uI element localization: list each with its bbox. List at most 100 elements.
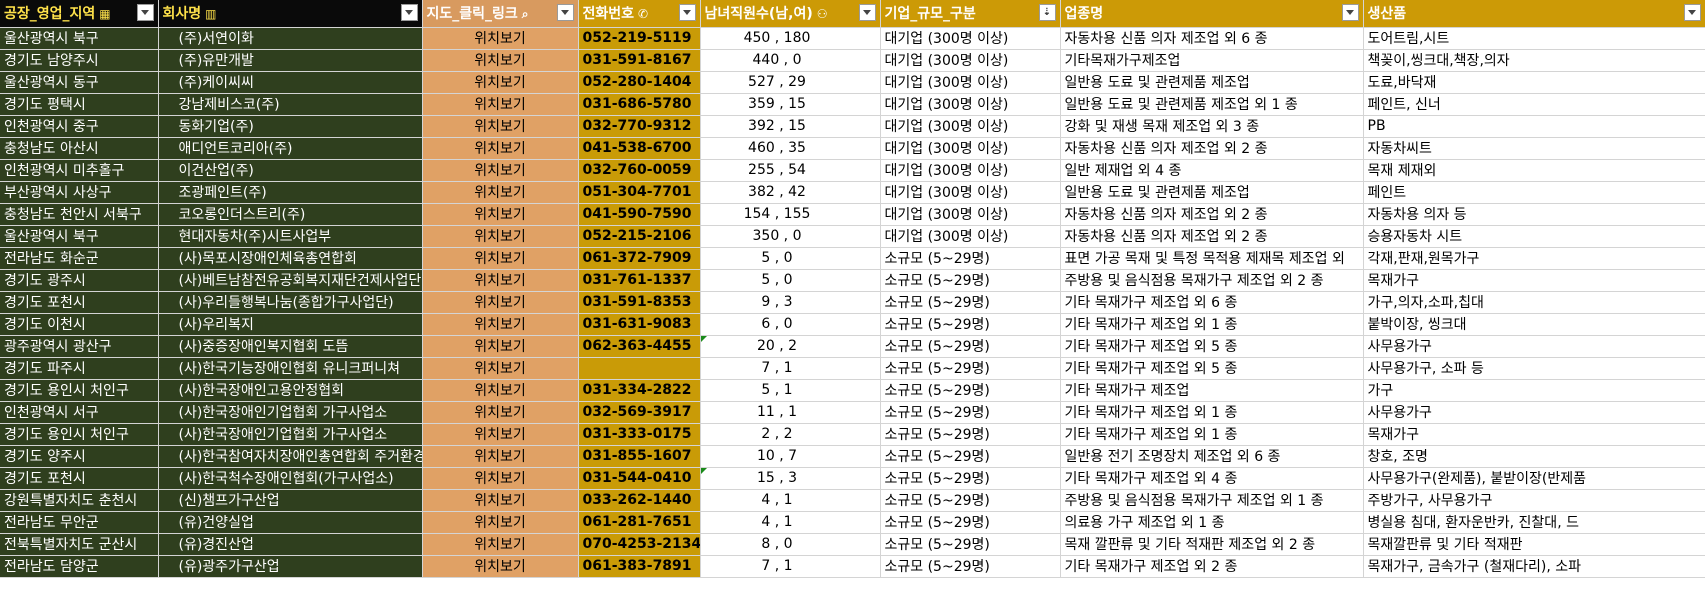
cell-company[interactable]: (신)챔프가구산업 bbox=[158, 489, 423, 512]
filter-dropdown-icon[interactable] bbox=[1341, 4, 1359, 21]
cell-size[interactable]: 소규모 (5~29명) bbox=[880, 533, 1061, 556]
cell-phone[interactable]: 070-4253-2134 bbox=[578, 533, 701, 556]
cell-region[interactable]: 광주광역시 광산구 bbox=[0, 335, 159, 358]
cell-industry[interactable]: 의료용 가구 제조업 외 1 종 bbox=[1060, 511, 1364, 534]
cell-industry[interactable]: 기타 목재가구 제조업 외 1 종 bbox=[1060, 313, 1364, 336]
table-row[interactable]: 경기도 양주시 (사)한국참여자치장애인총연합회 주거환경 위치보기 031-855-… bbox=[0, 445, 1705, 468]
cell-employees[interactable]: 382 , 42 bbox=[700, 181, 881, 204]
cell-industry[interactable]: 기타 목재가구 제조업 외 5 종 bbox=[1060, 335, 1364, 358]
filter-dropdown-icon[interactable] bbox=[136, 4, 154, 21]
cell-company[interactable]: 코오롱인더스트리(주) bbox=[158, 203, 423, 226]
table-row[interactable]: 인천광역시 서구 (사)한국장애인기업협회 가구사업소 위치보기 032-569-39… bbox=[0, 401, 1705, 424]
cell-industry[interactable]: 일반용 도료 및 관련제품 제조업 외 1 종 bbox=[1060, 93, 1364, 116]
cell-map-link[interactable]: 위치보기 bbox=[422, 137, 579, 160]
filter-dropdown-icon[interactable] bbox=[400, 4, 418, 21]
cell-industry[interactable]: 기타 목재가구 제조업 외 1 종 bbox=[1060, 401, 1364, 424]
cell-employees[interactable]: 2 , 2 bbox=[700, 423, 881, 446]
cell-products[interactable]: 사무용가구 bbox=[1363, 335, 1705, 358]
cell-map-link[interactable]: 위치보기 bbox=[422, 467, 579, 490]
cell-products[interactable]: 각재,판재,원목가구 bbox=[1363, 247, 1705, 270]
cell-phone[interactable]: 041-538-6700 bbox=[578, 137, 701, 160]
cell-map-link[interactable]: 위치보기 bbox=[422, 225, 579, 248]
cell-map-link[interactable]: 위치보기 bbox=[422, 489, 579, 512]
cell-employees[interactable]: 8 , 0 bbox=[700, 533, 881, 556]
cell-map-link[interactable]: 위치보기 bbox=[422, 423, 579, 446]
cell-map-link[interactable]: 위치보기 bbox=[422, 335, 579, 358]
cell-size[interactable]: 대기업 (300명 이상) bbox=[880, 71, 1061, 94]
cell-products[interactable]: 자동차용 의자 등 bbox=[1363, 203, 1705, 226]
cell-company[interactable]: (주)서연이화 bbox=[158, 27, 423, 50]
cell-size[interactable]: 대기업 (300명 이상) bbox=[880, 181, 1061, 204]
cell-size[interactable]: 대기업 (300명 이상) bbox=[880, 225, 1061, 248]
cell-products[interactable]: 가구,의자,소파,칩대 bbox=[1363, 291, 1705, 314]
cell-employees[interactable]: 4 , 1 bbox=[700, 489, 881, 512]
cell-region[interactable]: 경기도 용인시 처인구 bbox=[0, 379, 159, 402]
cell-industry[interactable]: 목재 깔판류 및 기타 적재판 제조업 외 2 종 bbox=[1060, 533, 1364, 556]
cell-phone[interactable]: 031-591-8353 bbox=[578, 291, 701, 314]
cell-region[interactable]: 충청남도 천안시 서북구 bbox=[0, 203, 159, 226]
cell-company[interactable]: (유)광주가구산업 bbox=[158, 555, 423, 578]
table-row[interactable]: 울산광역시 동구 (주)케이씨씨 위치보기 052-280-1404 527 , 29 대… bbox=[0, 71, 1705, 94]
cell-region[interactable]: 경기도 용인시 처인구 bbox=[0, 423, 159, 446]
table-row[interactable]: 광주광역시 광산구 (사)중증장애인복지협회 도뜸 위치보기 062-363-4455… bbox=[0, 335, 1705, 358]
cell-employees[interactable]: 450 , 180 bbox=[700, 27, 881, 50]
cell-phone[interactable]: 031-333-0175 bbox=[578, 423, 701, 446]
table-row[interactable]: 전라남도 무안군 (유)건양실업 위치보기 061-281-7651 4 , 1 소규모 … bbox=[0, 511, 1705, 534]
cell-region[interactable]: 인천광역시 서구 bbox=[0, 401, 159, 424]
cell-employees[interactable]: 527 , 29 bbox=[700, 71, 881, 94]
cell-region[interactable]: 울산광역시 동구 bbox=[0, 71, 159, 94]
cell-industry[interactable]: 기타 목재가구 제조업 bbox=[1060, 379, 1364, 402]
cell-phone[interactable]: 031-544-0410 bbox=[578, 467, 701, 490]
cell-map-link[interactable]: 위치보기 bbox=[422, 181, 579, 204]
table-row[interactable]: 울산광역시 북구 (주)서연이화 위치보기 052-219-5119 450 , 180… bbox=[0, 27, 1705, 50]
table-row[interactable]: 경기도 용인시 처인구 (사)한국장애인고용안정협회 위치보기 031-334-282… bbox=[0, 379, 1705, 402]
cell-map-link[interactable]: 위치보기 bbox=[422, 555, 579, 578]
cell-size[interactable]: 대기업 (300명 이상) bbox=[880, 159, 1061, 182]
cell-size[interactable]: 대기업 (300명 이상) bbox=[880, 203, 1061, 226]
cell-industry[interactable]: 자동차용 신품 의자 제조업 외 2 종 bbox=[1060, 225, 1364, 248]
cell-size[interactable]: 소규모 (5~29명) bbox=[880, 269, 1061, 292]
cell-company[interactable]: 이건산업(주) bbox=[158, 159, 423, 182]
cell-map-link[interactable]: 위치보기 bbox=[422, 115, 579, 138]
cell-phone[interactable]: 031-686-5780 bbox=[578, 93, 701, 116]
cell-products[interactable]: 목재가구 bbox=[1363, 269, 1705, 292]
table-row[interactable]: 전라남도 담양군 (유)광주가구산업 위치보기 061-383-7891 7 , 1 소규… bbox=[0, 555, 1705, 578]
cell-company[interactable]: 동화기업(주) bbox=[158, 115, 423, 138]
cell-company[interactable]: (주)유만개발 bbox=[158, 49, 423, 72]
cell-size[interactable]: 소규모 (5~29명) bbox=[880, 247, 1061, 270]
cell-company[interactable]: (사)한국척수장애인협회(가구사업소) bbox=[158, 467, 423, 490]
table-row[interactable]: 전라남도 화순군 (사)목포시장애인체육총연합회 위치보기 061-372-7909 5… bbox=[0, 247, 1705, 270]
cell-phone[interactable]: 032-760-0059 bbox=[578, 159, 701, 182]
cell-company[interactable]: (사)한국장애인고용안정협회 bbox=[158, 379, 423, 402]
cell-map-link[interactable]: 위치보기 bbox=[422, 401, 579, 424]
cell-size[interactable]: 소규모 (5~29명) bbox=[880, 357, 1061, 380]
cell-size[interactable]: 소규모 (5~29명) bbox=[880, 511, 1061, 534]
table-row[interactable]: 경기도 용인시 처인구 (사)한국장애인기업협회 가구사업소 위치보기 031-333… bbox=[0, 423, 1705, 446]
cell-employees[interactable]: 350 , 0 bbox=[700, 225, 881, 248]
cell-industry[interactable]: 자동차용 신품 의자 제조업 외 6 종 bbox=[1060, 27, 1364, 50]
cell-phone[interactable] bbox=[578, 357, 701, 380]
cell-employees[interactable]: 9 , 3 bbox=[700, 291, 881, 314]
cell-industry[interactable]: 표면 가공 목재 및 특정 목적용 제재목 제조업 외 bbox=[1060, 247, 1364, 270]
cell-region[interactable]: 전라남도 화순군 bbox=[0, 247, 159, 270]
cell-size[interactable]: 대기업 (300명 이상) bbox=[880, 115, 1061, 138]
cell-region[interactable]: 충청남도 아산시 bbox=[0, 137, 159, 160]
table-row[interactable]: 충청남도 천안시 서북구 코오롱인더스트리(주) 위치보기 041-590-7590 1… bbox=[0, 203, 1705, 226]
cell-products[interactable]: 사무용가구 bbox=[1363, 401, 1705, 424]
cell-industry[interactable]: 기타 목재가구 제조업 외 1 종 bbox=[1060, 423, 1364, 446]
filter-dropdown-icon[interactable] bbox=[1683, 4, 1701, 21]
cell-products[interactable]: 페인트, 신너 bbox=[1363, 93, 1705, 116]
filter-dropdown-icon[interactable] bbox=[556, 4, 574, 21]
cell-employees[interactable]: 440 , 0 bbox=[700, 49, 881, 72]
cell-company[interactable]: (유)건양실업 bbox=[158, 511, 423, 534]
cell-industry[interactable]: 일반용 도료 및 관련제품 제조업 bbox=[1060, 181, 1364, 204]
cell-company[interactable]: (사)중증장애인복지협회 도뜸 bbox=[158, 335, 423, 358]
cell-company[interactable]: (사)우리들행복나눔(종합가구사업단) bbox=[158, 291, 423, 314]
cell-products[interactable]: 창호, 조명 bbox=[1363, 445, 1705, 468]
cell-company[interactable]: (사)한국장애인기업협회 가구사업소 bbox=[158, 423, 423, 446]
cell-industry[interactable]: 주방용 및 음식점용 목재가구 제조업 외 1 종 bbox=[1060, 489, 1364, 512]
cell-phone[interactable]: 031-591-8167 bbox=[578, 49, 701, 72]
cell-employees[interactable]: 15 , 3 bbox=[700, 467, 881, 490]
cell-products[interactable]: PB bbox=[1363, 115, 1705, 138]
cell-map-link[interactable]: 위치보기 bbox=[422, 379, 579, 402]
